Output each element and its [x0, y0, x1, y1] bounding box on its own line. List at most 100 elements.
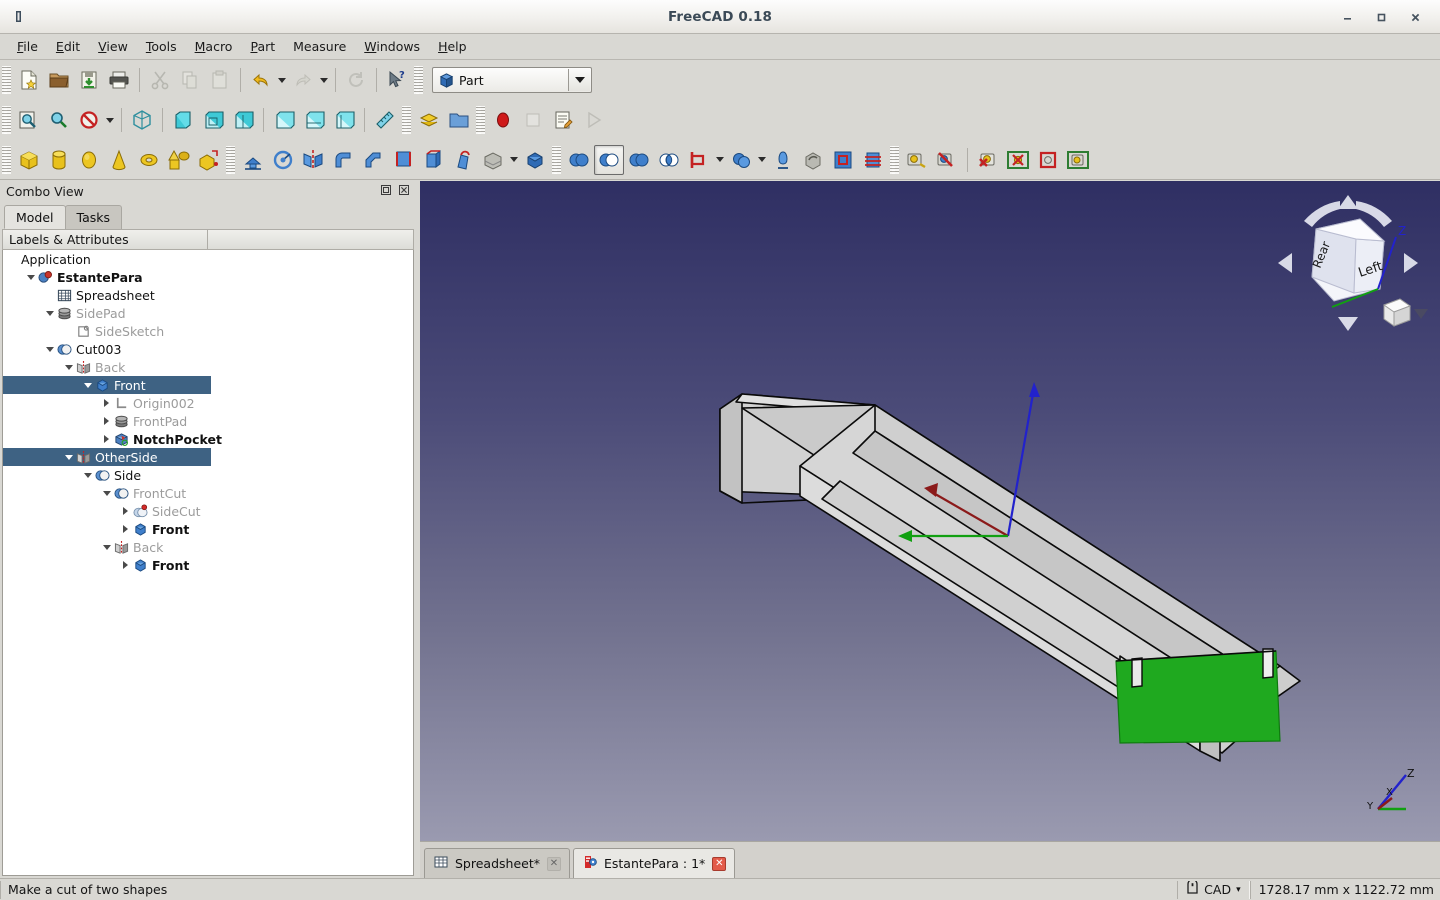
tree-item-front[interactable]: Front — [3, 556, 413, 574]
join-connect-icon[interactable] — [684, 145, 714, 175]
check-geometry-icon[interactable] — [798, 145, 828, 175]
toolbar-grip[interactable] — [476, 106, 485, 134]
chevron-down-icon[interactable] — [81, 466, 94, 484]
primitives-icon[interactable] — [164, 145, 194, 175]
open-document-icon[interactable] — [44, 65, 74, 95]
box-icon[interactable] — [14, 145, 44, 175]
menu-part[interactable]: Part — [241, 36, 284, 57]
tree-item-frontpad[interactable]: FrontPad — [3, 412, 413, 430]
create-group-icon[interactable] — [444, 105, 474, 135]
paste-icon[interactable] — [205, 65, 235, 95]
fit-selection-icon[interactable] — [44, 105, 74, 135]
top-view-icon[interactable] — [198, 105, 228, 135]
macro-stop-icon[interactable] — [518, 105, 548, 135]
mdi-tab-spreadsheet[interactable]: Spreadsheet* ✕ — [424, 848, 570, 878]
toolbar-grip[interactable] — [552, 145, 561, 174]
common-icon[interactable] — [654, 145, 684, 175]
tree-item-frontcut[interactable]: FrontCut — [3, 484, 413, 502]
measure-icon[interactable] — [370, 105, 400, 135]
toolbar-grip[interactable] — [2, 66, 11, 94]
toolbar-grip[interactable] — [414, 66, 423, 94]
copy-icon[interactable] — [175, 65, 205, 95]
split-icon[interactable] — [726, 145, 756, 175]
tree-item-back[interactable]: Back — [3, 358, 413, 376]
sweep-icon[interactable] — [448, 145, 478, 175]
chevron-down-icon[interactable] — [43, 304, 56, 322]
section-dropdown-icon[interactable] — [508, 145, 520, 175]
tree-item-side[interactable]: Side — [3, 466, 413, 484]
tree-item-spreadsheet[interactable]: Spreadsheet — [3, 286, 413, 304]
tree-item-application[interactable]: Application — [3, 250, 413, 268]
loft-icon[interactable] — [418, 145, 448, 175]
new-document-icon[interactable] — [14, 65, 44, 95]
sphere-icon[interactable] — [74, 145, 104, 175]
chevron-down-icon[interactable] — [100, 484, 113, 502]
menu-macro[interactable]: Macro — [186, 36, 242, 57]
workbench-selector[interactable]: Part — [432, 67, 592, 93]
defeaturing-icon[interactable] — [828, 145, 858, 175]
thickness-icon[interactable] — [520, 145, 550, 175]
3d-viewport[interactable]: Rear Left Z Y X Z — [420, 181, 1440, 841]
tab-tasks[interactable]: Tasks — [64, 205, 123, 229]
toolbar-grip[interactable] — [226, 145, 235, 174]
draw-style-icon[interactable] — [74, 105, 104, 135]
save-document-icon[interactable] — [74, 65, 104, 95]
cone-icon[interactable] — [104, 145, 134, 175]
split-dropdown-icon[interactable] — [756, 145, 768, 175]
cross-sections-icon[interactable] — [858, 145, 888, 175]
toolbar-grip[interactable] — [2, 106, 11, 134]
tree-item-otherside[interactable]: OtherSide — [3, 448, 211, 466]
menu-edit[interactable]: Edit — [47, 36, 89, 57]
model-tree[interactable]: Application EstantePara Spreadsheet SidePad… — [2, 250, 414, 876]
view-box-hide-icon[interactable] — [1033, 145, 1063, 175]
join-dropdown-icon[interactable] — [714, 145, 726, 175]
redo-icon[interactable] — [288, 65, 318, 95]
tree-item-sidesketch[interactable]: SideSketch — [3, 322, 413, 340]
chevron-right-icon[interactable] — [119, 502, 132, 520]
rear-view-icon[interactable] — [269, 105, 299, 135]
section-icon[interactable] — [478, 145, 508, 175]
mdi-tab-estantepara-close[interactable]: ✕ — [712, 856, 727, 871]
chevron-right-icon[interactable] — [100, 430, 113, 448]
tree-item-sidecut[interactable]: SideCut — [3, 502, 413, 520]
tree-item-notchpocket[interactable]: NotchPocket — [3, 430, 413, 448]
menu-view[interactable]: View — [89, 36, 137, 57]
boolean-icon[interactable] — [564, 145, 594, 175]
mirror-icon[interactable] — [298, 145, 328, 175]
tree-item-front[interactable]: Front — [3, 376, 211, 394]
navigation-cube[interactable]: Rear Left Z — [1268, 183, 1428, 343]
menu-tools[interactable]: Tools — [137, 36, 186, 57]
menu-measure[interactable]: Measure — [284, 36, 355, 57]
refresh-icon[interactable] — [341, 65, 371, 95]
tree-item-back[interactable]: Back — [3, 538, 413, 556]
undo-icon[interactable] — [246, 65, 276, 95]
compound-tools-icon[interactable] — [768, 145, 798, 175]
right-view-icon[interactable] — [228, 105, 258, 135]
chevron-down-icon[interactable] — [62, 358, 75, 376]
tree-item-origin002[interactable]: Origin002 — [3, 394, 413, 412]
chevron-down-icon[interactable] — [62, 448, 75, 466]
menu-help[interactable]: Help — [429, 36, 476, 57]
extrude-icon[interactable] — [238, 145, 268, 175]
unit-system-selector[interactable]: CAD ▾ — [1177, 878, 1250, 899]
tree-column-header[interactable]: Labels & Attributes — [2, 229, 414, 250]
union-icon[interactable] — [624, 145, 654, 175]
draw-style-dropdown-icon[interactable] — [104, 105, 116, 135]
chevron-down-icon[interactable] — [81, 376, 94, 394]
undo-dropdown-icon[interactable] — [276, 65, 288, 95]
ruled-surface-icon[interactable] — [388, 145, 418, 175]
macro-record-icon[interactable] — [488, 105, 518, 135]
left-view-icon[interactable] — [329, 105, 359, 135]
maximize-button[interactable] — [1364, 2, 1398, 32]
chevron-down-icon[interactable] — [24, 268, 37, 286]
workbench-structure-icon[interactable] — [414, 105, 444, 135]
redo-dropdown-icon[interactable] — [318, 65, 330, 95]
chevron-right-icon[interactable] — [119, 556, 132, 574]
menu-windows[interactable]: Windows — [355, 36, 429, 57]
chevron-right-icon[interactable] — [100, 394, 113, 412]
std-view-group-off-icon[interactable] — [932, 145, 962, 175]
revolve-icon[interactable] — [268, 145, 298, 175]
toolbar-grip[interactable] — [890, 145, 899, 174]
std-view-group-icon[interactable] — [902, 145, 932, 175]
toolbar-grip[interactable] — [402, 106, 411, 134]
